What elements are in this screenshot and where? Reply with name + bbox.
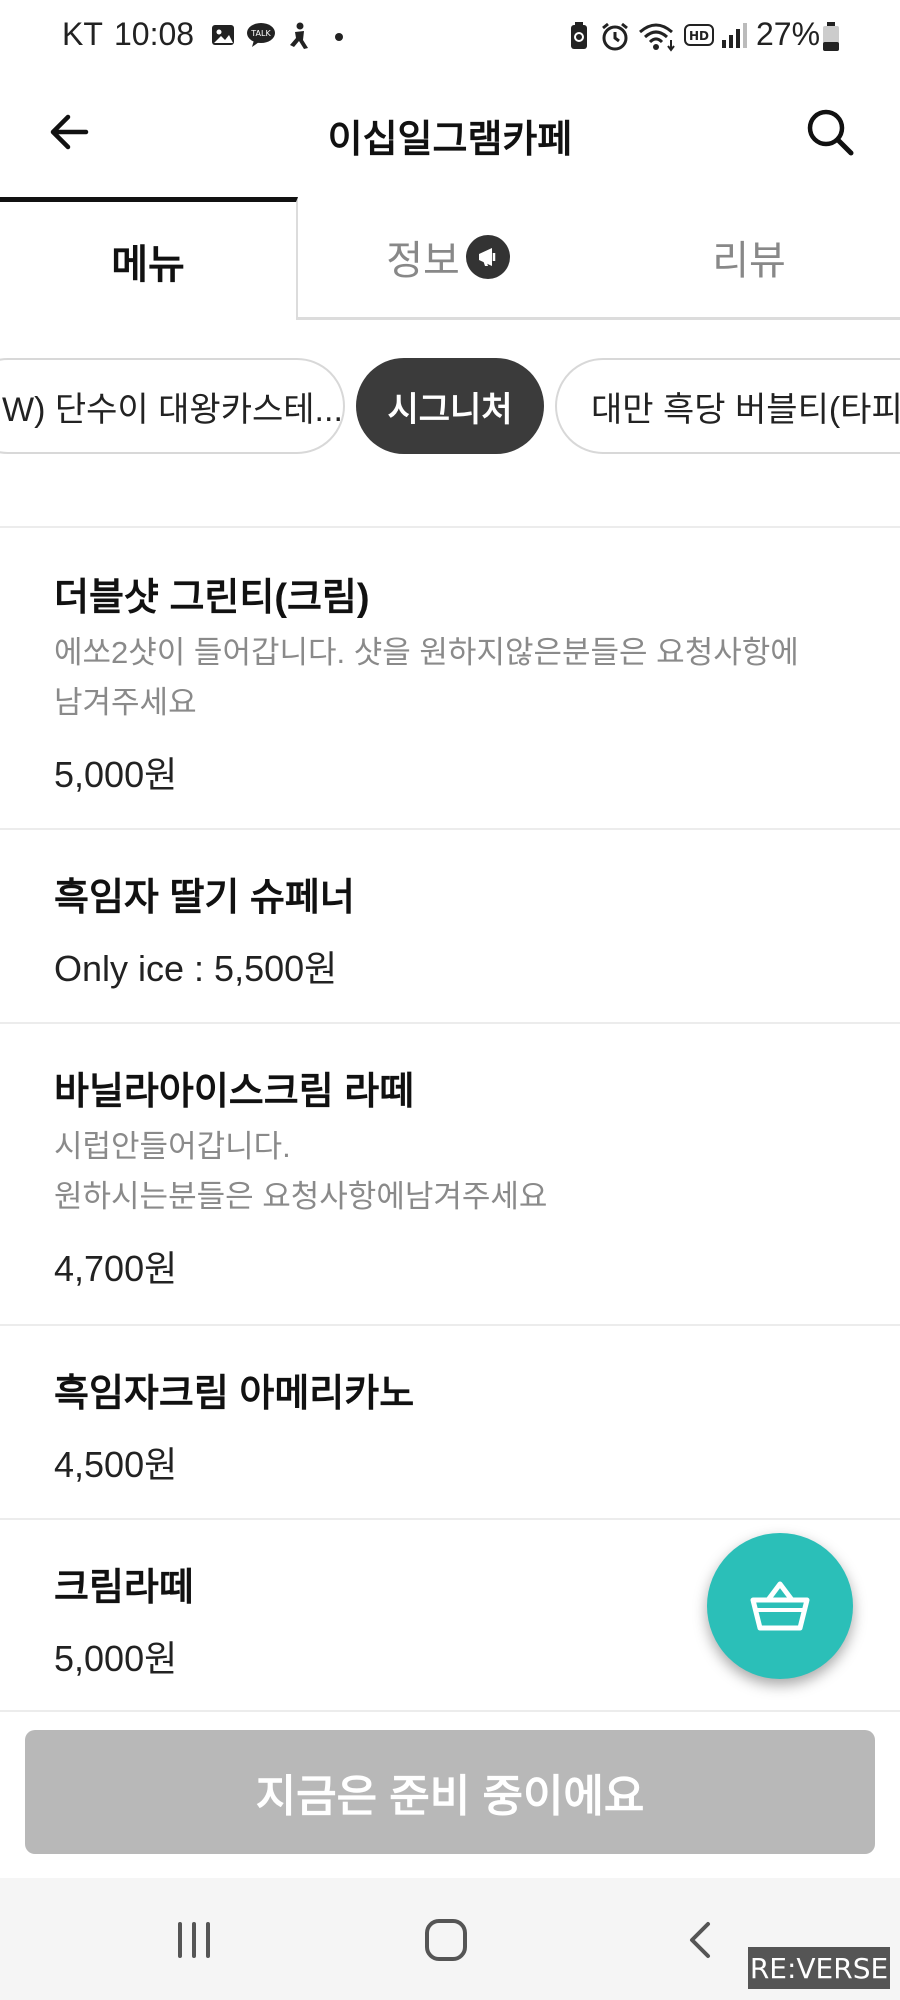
category-chip[interactable]: W) 단수이 대왕카스테...: [0, 358, 345, 454]
alarm-icon: [602, 22, 628, 51]
item-name: 더블샷 그린티(크림): [54, 577, 370, 619]
tab-info[interactable]: 정보: [298, 197, 598, 320]
battery-icon: [823, 22, 839, 51]
item-description: 시럽안들어갑니다.: [54, 1129, 291, 1164]
app-header: 이십일그램카페: [0, 72, 900, 197]
tab-menu-label: 메뉴: [111, 243, 185, 287]
recent-apps-icon[interactable]: [172, 1918, 216, 1962]
menu-item[interactable]: 더블샷 그린티(크림) 에쏘2샷이 들어갑니다. 샷을 원하지않은분들은 요청사…: [0, 526, 900, 828]
dot-icon: [335, 33, 343, 41]
tab-bar: 메뉴 정보 리뷰: [0, 197, 900, 320]
order-button-disabled: 지금은 준비 중이에요: [25, 1730, 875, 1854]
item-price: 4,500원: [54, 1444, 178, 1485]
item-price: 5,000원: [54, 1638, 178, 1679]
watermark: RE:VERSE: [748, 1947, 890, 1989]
tab-review-label: 리뷰: [712, 239, 786, 283]
menu-item[interactable]: 흑임자 딸기 슈페너 Only ice : 5,500원: [0, 828, 900, 1022]
item-description: 원하시는분들은 요청사항에남겨주세요: [54, 1179, 548, 1214]
svg-text:HD: HD: [689, 29, 709, 43]
svg-text:TALK: TALK: [250, 29, 271, 38]
wifi-icon: [639, 23, 675, 52]
category-chip[interactable]: 대만 흑당 버블티(타피오: [555, 358, 900, 454]
system-nav-bar: RE:VERSE: [0, 1878, 900, 2000]
search-icon[interactable]: [804, 106, 856, 158]
page-title: 이십일그램카페: [327, 119, 573, 161]
status-bar: KT 10:08 TALK HD 27%: [0, 0, 900, 72]
menu-item[interactable]: 바닐라아이스크림 라떼 시럽안들어갑니다. 원하시는분들은 요청사항에남겨주세요…: [0, 1022, 900, 1324]
item-name: 바닐라아이스크림 라떼: [54, 1071, 415, 1113]
category-chip-row: W) 단수이 대왕카스테... 시그니처 대만 흑당 버블티(타피오: [0, 320, 900, 460]
item-price: Only ice : 5,500원: [54, 948, 338, 989]
talk-icon: TALK: [247, 23, 275, 47]
basket-icon: [750, 1581, 810, 1631]
gallery-icon: [212, 25, 234, 45]
item-description: 남겨주세요: [54, 685, 197, 720]
tab-menu[interactable]: 메뉴: [0, 197, 298, 320]
back-icon[interactable]: [680, 1918, 720, 1962]
item-price: 4,700원: [54, 1248, 178, 1289]
item-price: 5,000원: [54, 754, 178, 795]
battery-percent: 27%: [756, 16, 821, 52]
battery-saver-icon: [571, 22, 587, 49]
cart-button[interactable]: [707, 1533, 853, 1679]
tab-review[interactable]: 리뷰: [598, 197, 900, 320]
menu-item[interactable]: 흑임자크림 아메리카노 4,500원: [0, 1324, 900, 1518]
bottom-action-bar: 지금은 준비 중이에요: [0, 1713, 900, 1878]
item-name: 크림라떼: [54, 1567, 194, 1609]
category-chip-active[interactable]: 시그니처: [356, 358, 544, 454]
hd-icon: HD: [684, 24, 714, 46]
megaphone-icon: [465, 235, 510, 279]
carrier-label: KT: [62, 16, 103, 52]
item-name: 흑임자크림 아메리카노: [54, 1373, 415, 1415]
item-description: 에쏘2샷이 들어갑니다. 샷을 원하지않은분들은 요청사항에: [54, 635, 799, 670]
tab-info-label: 정보: [386, 239, 460, 283]
accessibility-icon: [290, 22, 308, 49]
signal-icon: [722, 23, 747, 48]
item-name: 흑임자 딸기 슈페너: [54, 877, 355, 919]
clock: 10:08: [114, 16, 195, 52]
home-icon[interactable]: [422, 1916, 470, 1964]
